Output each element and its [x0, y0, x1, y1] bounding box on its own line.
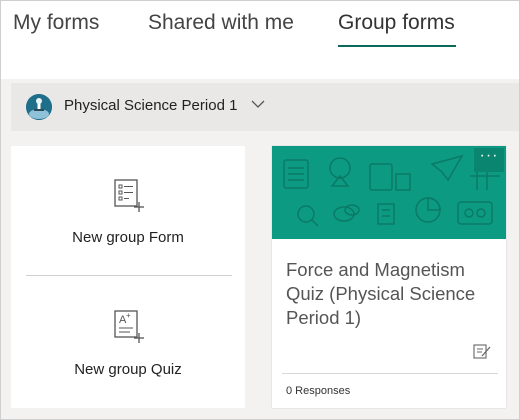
tab-bar: My forms Shared with me Group forms: [1, 1, 519, 79]
new-group-actions-card: New group Form A + New group Quiz: [11, 146, 245, 408]
response-count: 0 Responses: [286, 385, 351, 397]
new-group-quiz-button[interactable]: A + New group Quiz: [11, 278, 245, 408]
form-card-banner: ···: [272, 146, 506, 239]
new-quiz-icon: A +: [114, 310, 144, 343]
chevron-down-icon[interactable]: [249, 95, 267, 113]
form-title: Force and Magnetism Quiz (Physical Scien…: [286, 259, 476, 328]
selected-tab-underline: [338, 45, 456, 47]
tab-shared-with-me[interactable]: Shared with me: [148, 11, 294, 35]
group-forms-page: My forms Shared with me Group forms Phys…: [0, 0, 520, 420]
group-selector[interactable]: Physical Science Period 1: [11, 83, 519, 131]
tab-group-forms[interactable]: Group forms: [338, 11, 455, 35]
banner-pattern: [283, 154, 500, 227]
new-group-form-button[interactable]: New group Form: [11, 146, 245, 273]
new-group-quiz-label: New group Quiz: [74, 361, 182, 378]
new-form-icon: [114, 179, 144, 212]
more-options-button[interactable]: ···: [474, 148, 504, 172]
svg-text:+: +: [126, 311, 131, 320]
edit-icon[interactable]: [472, 342, 492, 360]
group-name: Physical Science Period 1: [64, 97, 238, 114]
card-divider: [282, 373, 498, 374]
tab-my-forms[interactable]: My forms: [13, 11, 99, 35]
divider: [26, 275, 232, 276]
new-group-form-label: New group Form: [72, 229, 184, 246]
group-avatar-icon: [26, 94, 52, 120]
form-card[interactable]: ··· Force and Magnetism Quiz (Physical S…: [272, 146, 506, 408]
